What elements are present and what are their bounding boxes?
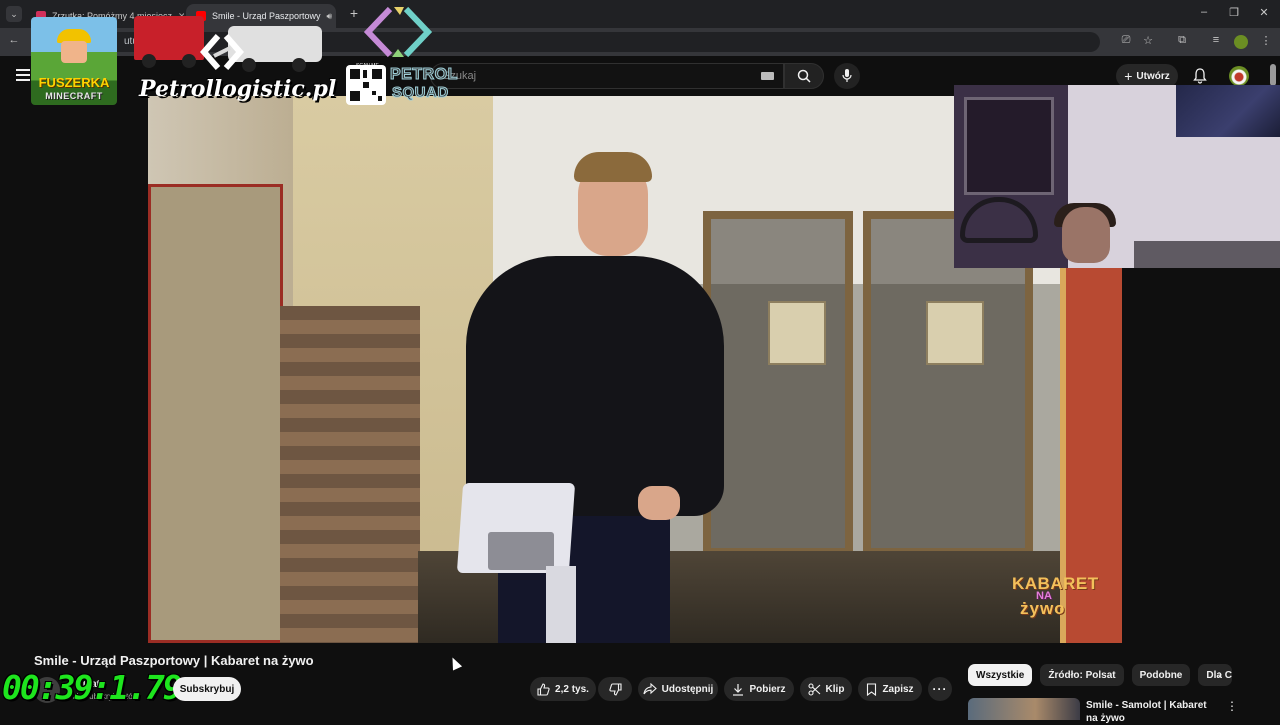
microphone-icon (842, 69, 852, 82)
streamer-face (1062, 207, 1110, 263)
qr-caption: SCAN ME (356, 63, 379, 69)
dislike-button[interactable] (598, 677, 632, 701)
kabaret-na-zywo-logo: KABARET NA żywo (1012, 574, 1106, 626)
share-icon (643, 683, 657, 695)
share-button[interactable]: Udostępnij (638, 677, 718, 701)
kabaret-logo-line1: KABARET (1012, 574, 1099, 593)
bookmark-icon (867, 682, 877, 696)
stream-timer: 00:39:1.79 (2, 668, 183, 707)
bookmark-star-icon[interactable]: ☆ (1140, 34, 1156, 47)
truck-wheel (142, 54, 156, 68)
like-count: 2,2 tys. (555, 683, 589, 695)
voice-search-button[interactable] (834, 63, 860, 89)
video-scene-cabinet (148, 184, 283, 643)
truck-wheel (182, 54, 196, 68)
petrol-squad-line1: PETROL (390, 66, 458, 84)
clip-label: Klip (825, 683, 845, 695)
back-arrow-icon[interactable]: ← (6, 34, 22, 46)
petrollogistic-logo-text: Petrollogistic.pl (139, 76, 337, 102)
page-scrollbar[interactable] (1270, 64, 1276, 86)
download-button[interactable]: Pobierz (724, 677, 794, 701)
performer-hair (574, 152, 652, 182)
search-button[interactable] (784, 63, 824, 89)
video-scene-notice (768, 301, 826, 365)
truck-wheel (242, 58, 256, 72)
podium-screen (488, 532, 554, 570)
kabaret-logo-line3: żywo (1020, 599, 1066, 618)
performer-body (466, 256, 724, 516)
bell-icon[interactable] (1192, 68, 1208, 84)
share-label: Udostępnij (661, 683, 714, 695)
minimize-icon[interactable]: – (1196, 6, 1212, 18)
webcam-overlay (954, 85, 1280, 268)
more-actions-button[interactable]: ··· (928, 677, 952, 701)
reading-list-icon[interactable]: ≡ (1208, 34, 1224, 46)
chip-source-polsat[interactable]: Źródło: Polsat (1040, 664, 1124, 686)
chevron-right-icon[interactable]: › (1212, 667, 1228, 683)
download-icon (733, 683, 744, 696)
download-label: Pobierz (749, 683, 786, 695)
webcam-cabinet (964, 97, 1054, 195)
menu-icon[interactable] (16, 69, 30, 81)
fuszerka-minecraft-logo: FUSZERKA MINECRAFT (31, 17, 117, 105)
petrol-squad-line2: SQUAD (392, 84, 449, 102)
builder-face (61, 41, 87, 63)
diamond-arrows-logo-icon (364, 6, 432, 58)
performer-hand (638, 486, 680, 520)
recommendation-title[interactable]: Smile - Samolot | Kabaret na żywo (1086, 699, 1208, 725)
more-horizontal-icon: ··· (932, 682, 948, 696)
search-icon (797, 69, 811, 83)
red-truck (134, 16, 204, 60)
close-window-icon[interactable]: ✕ (1256, 6, 1272, 19)
video-scene-boxes (280, 306, 420, 643)
fuszerka-title: FUSZERKA (38, 75, 110, 90)
tab-search-button[interactable]: ⌄ (6, 6, 22, 22)
extensions-icon[interactable]: ⧉ (1174, 34, 1190, 47)
new-tab-button[interactable]: + (346, 6, 362, 22)
save-label: Zapisz (882, 683, 914, 695)
qr-code (346, 65, 386, 105)
truck-wheel (292, 58, 306, 72)
steering-wheel (960, 197, 1038, 243)
search-input[interactable]: Szukaj (430, 63, 784, 89)
chip-all[interactable]: Wszystkie (968, 664, 1033, 686)
petrollogistic-arrows-icon (200, 34, 244, 70)
keyboard-icon[interactable] (761, 72, 774, 80)
webcam-poster (1176, 85, 1280, 137)
like-button[interactable]: 2,2 tys. (530, 677, 596, 701)
recommendation-thumbnail[interactable] (968, 698, 1080, 720)
thumbs-up-icon (537, 682, 550, 696)
video-title: Smile - Urząd Paszportowy | Kabaret na ż… (34, 653, 314, 668)
podium-stand (546, 566, 576, 643)
thumbs-down-icon (608, 682, 622, 696)
video-scene-door-left (703, 211, 853, 556)
restore-icon[interactable]: ❐ (1226, 6, 1242, 19)
clip-button[interactable]: Klip (800, 677, 852, 701)
plus-icon: + (1124, 68, 1133, 84)
avatar[interactable] (1229, 66, 1249, 86)
video-scene-notice (926, 301, 984, 365)
chip-similar[interactable]: Podobne (1131, 664, 1191, 686)
more-vertical-icon[interactable]: ⋮ (1226, 699, 1238, 713)
save-button[interactable]: Zapisz (858, 677, 922, 701)
cast-icon[interactable]: ⎚ (1118, 34, 1134, 47)
mouse-cursor-icon (447, 655, 463, 671)
browser-menu-icon[interactable]: ⋮ (1258, 34, 1274, 47)
subscribe-button[interactable]: Subskrybuj (173, 677, 241, 701)
recommendation-chips: Wszystkie Źródło: Polsat Podobne Dla C (968, 664, 1233, 686)
profile-avatar-icon[interactable] (1234, 35, 1248, 49)
scissors-icon (807, 682, 820, 696)
create-label: Utwórz (1136, 70, 1170, 82)
webcam-chair (1134, 241, 1280, 268)
fuszerka-subtitle: MINECRAFT (45, 91, 103, 101)
